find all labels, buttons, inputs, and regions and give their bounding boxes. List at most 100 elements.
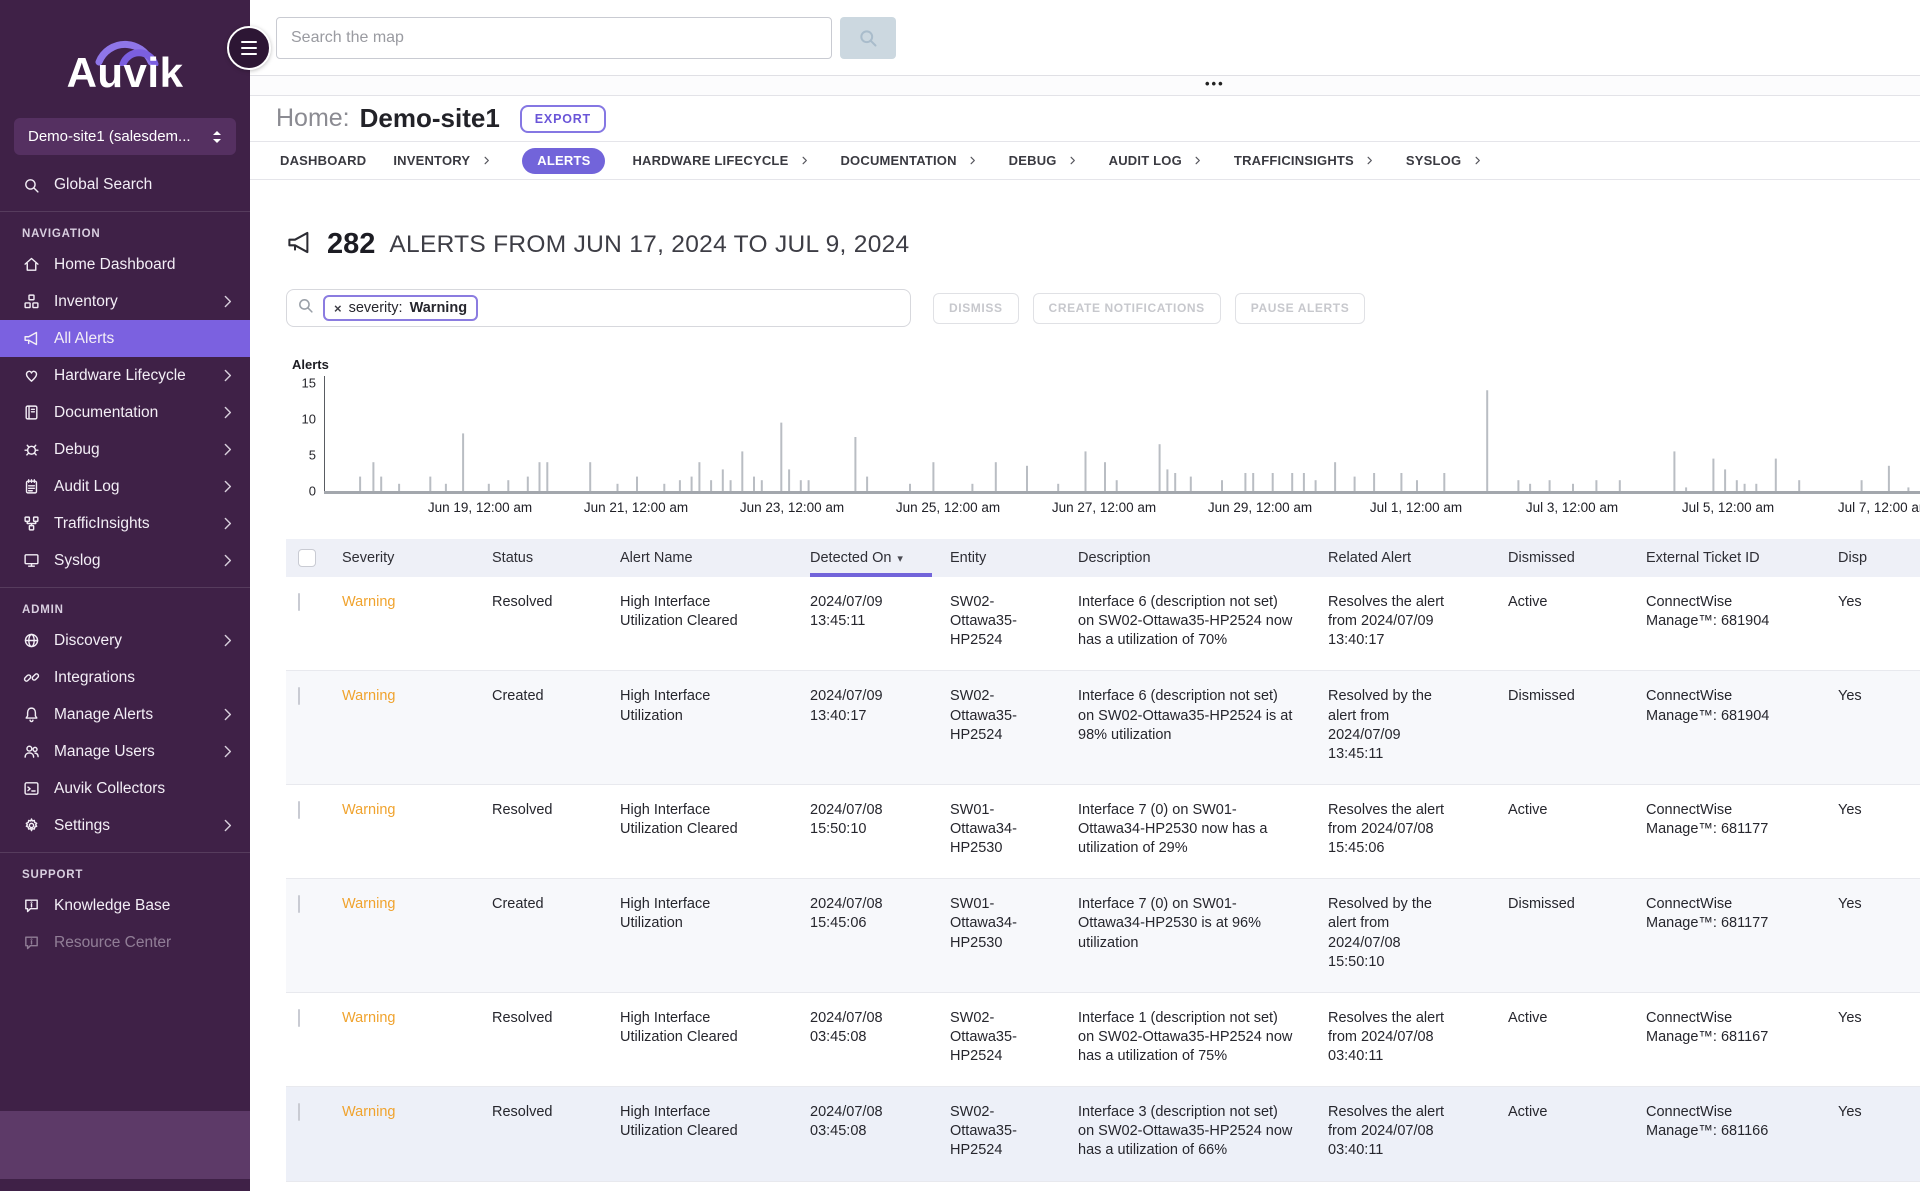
sidebar-item-resource-center[interactable]: Resource Center (0, 924, 250, 961)
sidebar-item-trafficinsights[interactable]: TrafficInsights (0, 505, 250, 542)
cell-alert-name: High Interface Utilization (620, 687, 770, 725)
dismiss-button[interactable]: DISMISS (933, 293, 1019, 324)
column-header-external-ticket-id[interactable]: External Ticket ID (1646, 539, 1838, 577)
cell-status: Created (492, 895, 620, 914)
chart-plot-area (324, 376, 1920, 491)
sidebar-item-label: Discovery (54, 632, 122, 650)
select-all-checkbox[interactable] (298, 549, 316, 567)
filter-chip-severity-warning[interactable]: × severity: Warning (323, 295, 478, 321)
tab-hardware-lifecycle[interactable]: HARDWARE LIFECYCLE (632, 152, 813, 170)
x-tick-label: Jul 3, 12:00 am (1526, 500, 1618, 515)
chip-remove-icon[interactable]: × (334, 302, 342, 315)
site-selector[interactable]: Demo-site1 (salesdem... (14, 118, 236, 155)
global-search-label: Global Search (54, 176, 152, 194)
column-header-detected-on[interactable]: Detected On▾ (810, 539, 950, 577)
row-checkbox[interactable] (298, 1009, 300, 1027)
cell-dismissed: Dismissed (1508, 687, 1646, 706)
sort-arrows-icon (212, 130, 222, 144)
sidebar-item-settings[interactable]: Settings (0, 807, 250, 844)
chevron-right-icon (218, 632, 236, 650)
splitter-handle-icon[interactable]: ••• (1205, 76, 1225, 92)
sidebar-item-auvik-collectors[interactable]: Auvik Collectors (0, 770, 250, 807)
column-header-entity[interactable]: Entity (950, 539, 1078, 577)
column-header-disp[interactable]: Disp (1838, 539, 1913, 577)
x-tick-label: Jun 25, 12:00 am (896, 500, 1000, 515)
sidebar-item-home-dashboard[interactable]: Home Dashboard (0, 246, 250, 283)
tab-inventory[interactable]: INVENTORY (393, 152, 495, 170)
column-header-related-alert[interactable]: Related Alert (1328, 539, 1508, 577)
table-body: WarningResolvedHigh Interface Utilizatio… (286, 577, 1920, 1182)
cell-status: Created (492, 687, 620, 706)
tab-label: HARDWARE LIFECYCLE (632, 153, 788, 168)
tab-dashboard[interactable]: DASHBOARD (280, 153, 366, 168)
row-checkbox[interactable] (298, 895, 300, 913)
panel-splitter[interactable]: ••• (250, 76, 1920, 96)
export-button[interactable]: EXPORT (520, 105, 606, 133)
bug-icon (22, 441, 40, 459)
x-tick-label: Jun 19, 12:00 am (428, 500, 532, 515)
global-search[interactable]: Global Search (0, 159, 250, 212)
sidebar-item-manage-alerts[interactable]: Manage Alerts (0, 696, 250, 733)
alerts-filter-input[interactable]: × severity: Warning (286, 289, 911, 327)
row-checkbox[interactable] (298, 593, 300, 611)
table-row[interactable]: WarningResolvedHigh Interface Utilizatio… (286, 1087, 1920, 1181)
alerts-content: 282 ALERTS FROM JUN 17, 2024 TO JUL 9, 2… (250, 180, 1920, 1191)
book-icon (22, 404, 40, 422)
tab-alerts[interactable]: ALERTS (522, 148, 605, 174)
cell-dismissed: Active (1508, 593, 1646, 612)
cell-severity: Warning (342, 687, 492, 706)
column-header-alert-name[interactable]: Alert Name (620, 539, 810, 577)
alerts-table: SeverityStatusAlert NameDetected On▾Enti… (286, 539, 1920, 1182)
chevron-right-icon (1361, 152, 1379, 170)
cell-related-alert: Resolves the alert from 2024/07/08 15:45… (1328, 801, 1470, 858)
tab-trafficinsights[interactable]: TRAFFICINSIGHTS (1234, 152, 1379, 170)
alerts-count: 282 (327, 228, 375, 261)
sidebar-bottom-panel (0, 1111, 250, 1179)
table-row[interactable]: WarningCreatedHigh Interface Utilization… (286, 671, 1920, 785)
y-tick-label: 0 (309, 484, 316, 499)
sidebar-item-all-alerts[interactable]: All Alerts (0, 320, 250, 357)
sidebar-item-debug[interactable]: Debug (0, 431, 250, 468)
column-header-description[interactable]: Description (1078, 539, 1328, 577)
row-checkbox[interactable] (298, 687, 300, 705)
tab-syslog[interactable]: SYSLOG (1406, 152, 1486, 170)
x-tick-label: Jul 1, 12:00 am (1370, 500, 1462, 515)
sidebar-item-knowledge-base[interactable]: Knowledge Base (0, 887, 250, 924)
map-search-button[interactable] (840, 17, 896, 59)
hamburger-menu-icon[interactable] (227, 26, 271, 70)
table-row[interactable]: WarningCreatedHigh Interface Utilization… (286, 879, 1920, 993)
table-row[interactable]: WarningResolvedHigh Interface Utilizatio… (286, 993, 1920, 1087)
chart-spikes (325, 376, 1915, 491)
chip-field: severity: (349, 300, 403, 316)
tab-documentation[interactable]: DOCUMENTATION (840, 152, 981, 170)
tab-debug[interactable]: DEBUG (1009, 152, 1082, 170)
cell-checkbox (286, 687, 342, 706)
table-row[interactable]: WarningResolvedHigh Interface Utilizatio… (286, 785, 1920, 879)
column-header-status[interactable]: Status (492, 539, 620, 577)
y-tick-label: 10 (302, 412, 316, 427)
cell-alert-name: High Interface Utilization Cleared (620, 593, 770, 631)
sidebar-item-audit-log[interactable]: Audit Log (0, 468, 250, 505)
filter-row: × severity: Warning DISMISS CREATE NOTIFI… (286, 289, 1920, 327)
column-header-label: External Ticket ID (1646, 550, 1760, 566)
row-checkbox[interactable] (298, 1103, 300, 1121)
chevron-right-icon (218, 293, 236, 311)
create-notifications-button[interactable]: CREATE NOTIFICATIONS (1033, 293, 1221, 324)
sidebar-item-documentation[interactable]: Documentation (0, 394, 250, 431)
select-all-checkbox-cell[interactable] (286, 539, 342, 577)
sidebar-item-hardware-lifecycle[interactable]: Hardware Lifecycle (0, 357, 250, 394)
sidebar-item-syslog[interactable]: Syslog (0, 542, 250, 579)
sidebar-item-discovery[interactable]: Discovery (0, 622, 250, 659)
pause-alerts-button[interactable]: PAUSE ALERTS (1235, 293, 1366, 324)
tab-audit-log[interactable]: AUDIT LOG (1109, 152, 1207, 170)
column-header-severity[interactable]: Severity (342, 539, 492, 577)
sidebar-item-manage-users[interactable]: Manage Users (0, 733, 250, 770)
map-search-input[interactable] (276, 17, 832, 59)
cell-dismissed: Active (1508, 1103, 1646, 1122)
sort-indicator (810, 573, 932, 577)
sidebar-item-inventory[interactable]: Inventory (0, 283, 250, 320)
table-row[interactable]: WarningResolvedHigh Interface Utilizatio… (286, 577, 1920, 671)
column-header-dismissed[interactable]: Dismissed (1508, 539, 1646, 577)
row-checkbox[interactable] (298, 801, 300, 819)
sidebar-item-integrations[interactable]: Integrations (0, 659, 250, 696)
